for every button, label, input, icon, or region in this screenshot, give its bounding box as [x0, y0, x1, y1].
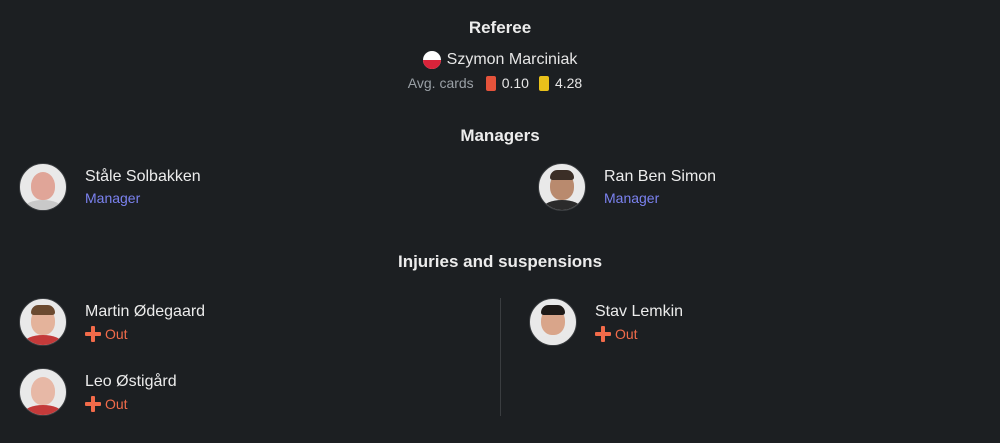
- red-card-avg: 0.10: [501, 75, 529, 91]
- referee-row: Szymon Marciniak: [0, 51, 1000, 69]
- avatar: [19, 298, 67, 346]
- avg-cards-label: Avg. cards: [407, 75, 474, 91]
- status-label: Out: [615, 325, 638, 342]
- injury-status: Out: [85, 395, 177, 412]
- manager-name: Ran Ben Simon: [604, 168, 717, 185]
- injury-status: Out: [85, 325, 205, 342]
- injured-player[interactable]: Stav Lemkin Out: [529, 298, 683, 346]
- injuries-heading: Injuries and suspensions: [397, 252, 603, 271]
- injury-cross-icon: [85, 395, 101, 412]
- injury-cross-icon: [595, 325, 611, 342]
- referee-heading: Referee: [468, 18, 532, 37]
- injury-status: Out: [595, 325, 683, 342]
- column-divider: [500, 298, 501, 416]
- poland-flag-icon: [422, 51, 441, 69]
- yellow-card-avg: 4.28: [554, 75, 583, 91]
- avatar: [19, 368, 67, 416]
- managers-heading: Managers: [460, 126, 540, 145]
- avatar: [538, 163, 586, 211]
- avg-cards-row: Avg. cards 0.10 4.28: [0, 75, 1000, 91]
- injured-player[interactable]: Martin Ødegaard Out: [19, 298, 205, 346]
- injury-cross-icon: [85, 325, 101, 342]
- referee-name[interactable]: Szymon Marciniak: [447, 51, 578, 69]
- player-name: Martin Ødegaard: [85, 302, 206, 320]
- avatar: [19, 163, 67, 211]
- away-manager[interactable]: Ran Ben Simon Manager: [538, 163, 716, 211]
- avatar: [529, 298, 577, 346]
- status-label: Out: [105, 395, 128, 412]
- red-card-icon: [485, 75, 496, 91]
- home-manager[interactable]: Ståle Solbakken Manager: [19, 163, 201, 211]
- manager-role: Manager: [604, 190, 660, 206]
- yellow-card-icon: [538, 75, 549, 91]
- injured-player[interactable]: Leo Østigård Out: [19, 368, 177, 416]
- status-label: Out: [105, 325, 128, 342]
- manager-name: Ståle Solbakken: [85, 168, 201, 185]
- manager-role: Manager: [85, 190, 141, 206]
- player-name: Leo Østigård: [85, 372, 177, 390]
- player-name: Stav Lemkin: [595, 302, 684, 320]
